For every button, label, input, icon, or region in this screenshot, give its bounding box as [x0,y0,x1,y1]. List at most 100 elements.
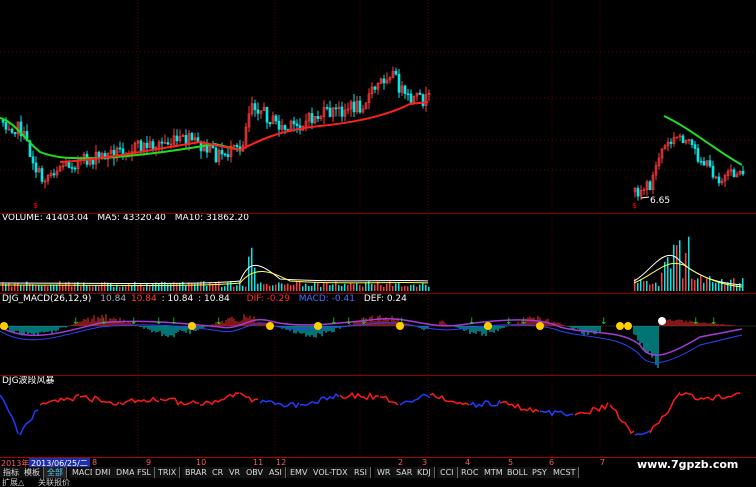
candle-body [4,122,8,130]
candle-body [699,160,703,163]
volume-bar [269,285,271,291]
volume-bar [742,278,744,291]
volume-bar [191,283,193,291]
volume-bar [278,282,280,291]
tab-emv[interactable]: EMV [287,467,312,478]
tab-cr[interactable]: CR [209,467,228,478]
volume-bar [685,252,687,291]
candle-body [145,142,149,148]
volume-bar [380,285,382,291]
volume-bar [356,283,358,291]
volume-bar [251,247,253,291]
volume-bar [706,278,708,291]
volume-bar [176,283,178,291]
volume-bar [245,286,247,291]
tab-psy[interactable]: PSY [529,467,551,478]
tab-wr[interactable]: WR [374,467,395,478]
volume-bar [287,283,289,291]
volume-bar [179,282,181,291]
wave-storm-segment [39,393,80,406]
buy-arrow-icon: ↓ [170,317,178,327]
candle-body [409,93,413,103]
watermark: www.7gpzb.com [637,458,739,471]
volume-bar [314,282,316,291]
macd-chart[interactable]: ↓↓↓↓↓↓↓↓↓↓↓↓↓↓↓↓↓ [0,293,756,375]
wave-storm-panel[interactable]: DJG波段风暴 [0,375,756,457]
buy-arrow-icon: ↓ [330,317,338,327]
month-tick: 6 [549,458,555,467]
candle-body [283,125,287,130]
wave-storm-line[interactable] [0,375,756,457]
tab-mtm[interactable]: MTM [481,467,507,478]
buy-arrow-icon: ↓ [360,317,368,327]
volume-bar [428,286,430,291]
volume-bar [673,244,675,291]
volume-bar [326,282,328,291]
month-tick: 11 [253,458,264,467]
month-tick: 7 [600,458,606,467]
volume-bar [682,278,684,291]
candle-body [190,133,194,141]
volume-bar [275,284,277,291]
tab-kdj[interactable]: KDJ [414,467,435,478]
tab-asi[interactable]: ASI [266,467,286,478]
price-panel[interactable]: $ $ 6.65 [0,0,756,213]
macd-panel[interactable]: DJG_MACD(26,12,9) 10.84 10.84 : 10.84 : … [0,293,756,375]
expand-tab[interactable]: 扩展△ [2,477,24,487]
tab-rsi[interactable]: RSI [351,467,371,478]
candle-body [397,73,401,93]
tab-dmi[interactable]: DMI [92,467,115,478]
wave-storm-segment [0,394,19,435]
smiley-icon [624,322,632,330]
buy-arrow-icon: ↓ [600,317,608,327]
buy-arrow-icon: ↓ [130,317,138,327]
volume-bar [655,282,657,291]
candle-body [253,103,257,111]
volume-bar [700,275,702,291]
wave-storm-segment [239,392,259,403]
volume-bar [212,283,214,291]
low-price-arrow [640,196,650,199]
volume-bar [86,285,88,291]
candle-body [358,100,362,113]
smiley-icon [658,317,666,325]
volume-bar [688,236,690,291]
tab-vr[interactable]: VR [226,467,245,478]
candle-body [73,167,77,170]
volume-bar [107,282,109,291]
volume-bar [131,285,133,291]
tab-roc[interactable]: ROC [458,467,483,478]
smiley-icon [536,322,544,330]
volume-bar [221,286,223,291]
volume-bar [724,284,726,291]
candle-body [711,165,715,178]
tab-cci[interactable]: CCI [437,467,458,478]
volume-histogram[interactable] [0,213,756,293]
low-price-label: 6.65 [650,196,671,206]
volume-bar [317,282,319,291]
wave-storm-segment [609,404,635,435]
wave-storm-segment [339,391,380,401]
volume-panel[interactable]: VOLUME: 41403.04 MA5: 43320.40 MA10: 318… [0,213,756,293]
candle-body [382,78,386,84]
tab-boll[interactable]: BOLL [504,467,532,478]
tab-mcst[interactable]: MCST [550,467,580,478]
wave-storm-segment [79,395,120,406]
volume-bar [95,285,97,291]
candle-body [214,147,218,163]
candle-body [732,169,736,178]
volume-bar [230,281,232,291]
volume-bar [209,282,211,291]
tab-vol-tdx[interactable]: VOL-TDX [310,467,352,478]
volume-bar [113,286,115,291]
tab-fsl[interactable]: FSL [134,467,155,478]
tab-trix[interactable]: TRIX [155,467,181,478]
tab-obv[interactable]: OBV [243,467,268,478]
candle-body [151,141,155,150]
volume-bar [14,282,16,291]
tab-brar[interactable]: BRAR [182,467,211,478]
buy-arrow-icon: ↓ [100,317,108,327]
candlestick-chart[interactable] [0,0,756,213]
tab-sar[interactable]: SAR [393,467,417,478]
related-quotes-tab[interactable]: 关联报价 [38,477,70,487]
